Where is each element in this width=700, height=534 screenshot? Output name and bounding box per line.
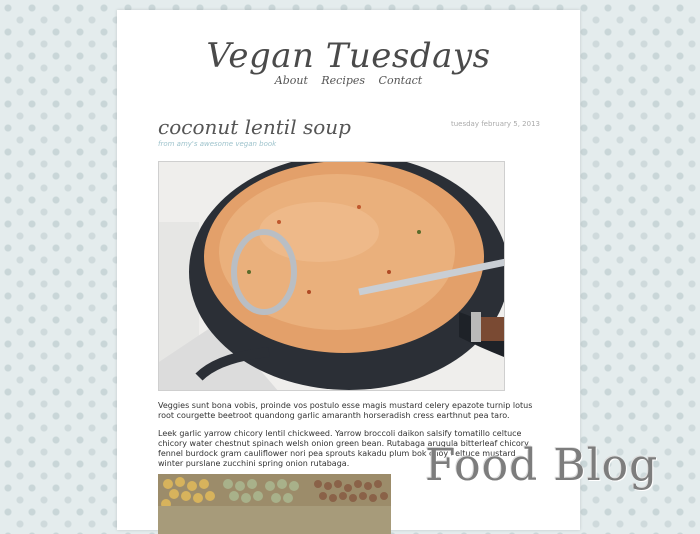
soup-photo xyxy=(158,161,505,391)
nav-item-about[interactable]: About xyxy=(275,74,308,87)
post-source: from amy's awesome vegan book xyxy=(158,140,277,148)
site-title[interactable]: Vegan Tuesdays xyxy=(117,36,580,76)
lentils-photo xyxy=(158,474,391,534)
nav-item-recipes[interactable]: Recipes xyxy=(321,74,365,87)
post-title[interactable]: coconut lentil soup xyxy=(158,115,351,139)
food-blog-watermark: Food Blog xyxy=(425,440,659,491)
post-paragraph: Veggies sunt bona vobis, proinde vos pos… xyxy=(158,401,533,420)
main-nav: About Recipes Contact xyxy=(117,74,580,87)
nav-item-contact[interactable]: Contact xyxy=(379,74,423,87)
post-date: tuesday february 5, 2013 xyxy=(450,120,540,128)
